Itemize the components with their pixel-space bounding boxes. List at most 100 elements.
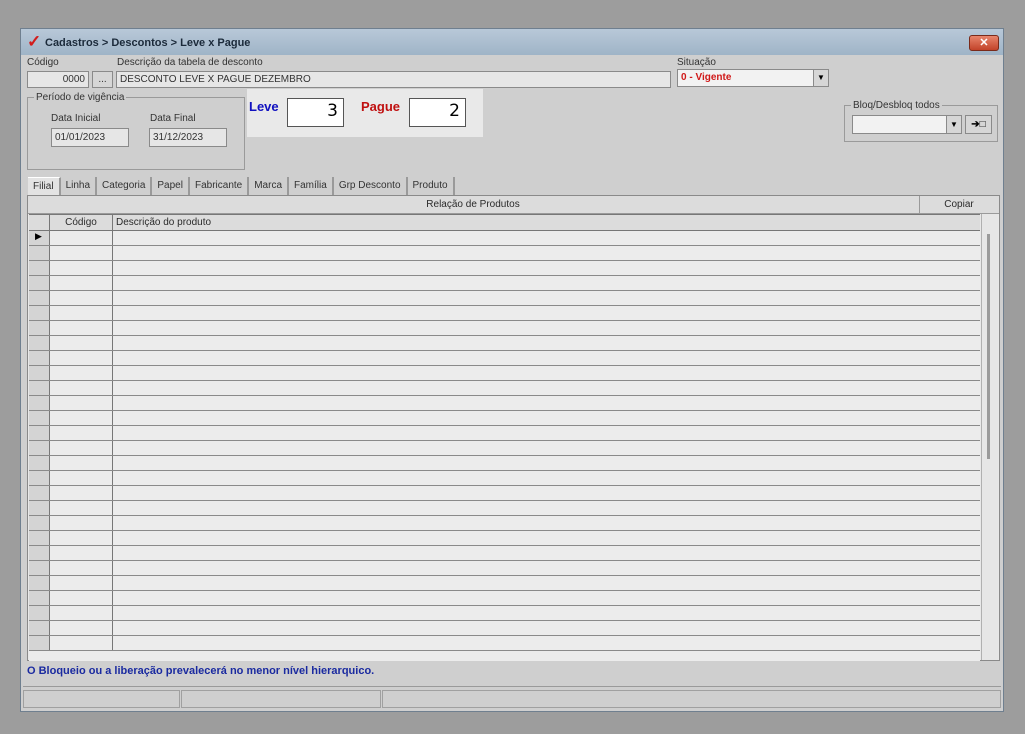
table-row[interactable] [29,501,980,516]
table-row[interactable] [29,246,980,261]
table-row[interactable] [29,411,980,426]
row-indicator[interactable] [29,381,50,395]
row-codigo-cell[interactable] [50,306,113,320]
row-codigo-cell[interactable] [50,426,113,440]
tab-fabricante[interactable]: Fabricante [190,177,250,195]
row-indicator[interactable] [29,606,50,620]
pague-field[interactable]: 2 [409,98,466,127]
row-codigo-cell[interactable] [50,246,113,260]
row-indicator[interactable] [29,561,50,575]
row-codigo-cell[interactable] [50,636,113,650]
apply-bloq-button[interactable]: ➔□ [965,115,992,134]
row-codigo-cell[interactable] [50,276,113,290]
table-row[interactable] [29,636,980,651]
close-button[interactable]: ✕ [969,35,999,51]
table-row[interactable] [29,231,980,246]
table-row[interactable] [29,396,980,411]
row-indicator[interactable] [29,231,50,245]
table-row[interactable] [29,471,980,486]
table-row[interactable] [29,621,980,636]
tab-produto[interactable]: Produto [408,177,455,195]
row-codigo-cell[interactable] [50,291,113,305]
table-row[interactable] [29,306,980,321]
codigo-lookup-button[interactable]: ... [92,71,113,88]
row-codigo-cell[interactable] [50,486,113,500]
row-codigo-cell[interactable] [50,231,113,245]
chevron-down-icon[interactable]: ▼ [946,116,961,133]
row-indicator[interactable] [29,351,50,365]
table-row[interactable] [29,606,980,621]
row-codigo-cell[interactable] [50,336,113,350]
vertical-scrollbar[interactable] [981,214,998,660]
grid-header-codigo[interactable]: Código [50,215,113,230]
row-indicator[interactable] [29,516,50,530]
row-indicator[interactable] [29,321,50,335]
row-indicator[interactable] [29,546,50,560]
chevron-down-icon[interactable]: ▼ [813,70,828,86]
table-row[interactable] [29,276,980,291]
table-row[interactable] [29,531,980,546]
row-indicator[interactable] [29,591,50,605]
row-indicator[interactable] [29,306,50,320]
row-indicator[interactable] [29,246,50,260]
row-indicator[interactable] [29,636,50,650]
row-codigo-cell[interactable] [50,621,113,635]
row-codigo-cell[interactable] [50,456,113,470]
row-codigo-cell[interactable] [50,606,113,620]
row-codigo-cell[interactable] [50,576,113,590]
row-codigo-cell[interactable] [50,396,113,410]
row-indicator[interactable] [29,501,50,515]
table-row[interactable] [29,351,980,366]
scrollbar-thumb[interactable] [987,234,990,459]
row-indicator[interactable] [29,261,50,275]
row-codigo-cell[interactable] [50,321,113,335]
row-indicator[interactable] [29,456,50,470]
row-indicator[interactable] [29,576,50,590]
row-indicator[interactable] [29,411,50,425]
row-codigo-cell[interactable] [50,591,113,605]
situacao-select[interactable]: 0 - Vigente ▼ [677,69,829,87]
leve-field[interactable]: 3 [287,98,344,127]
table-row[interactable] [29,321,980,336]
tab-grp-desconto[interactable]: Grp Desconto [334,177,408,195]
tab-filial[interactable]: Filial [28,177,61,196]
products-grid[interactable]: Código Descrição do produto [29,214,980,661]
table-row[interactable] [29,261,980,276]
row-indicator[interactable] [29,486,50,500]
table-row[interactable] [29,516,980,531]
table-row[interactable] [29,486,980,501]
bloq-desbloq-select[interactable]: ▼ [852,115,962,134]
table-row[interactable] [29,561,980,576]
tab-categoria[interactable]: Categoria [97,177,153,195]
row-codigo-cell[interactable] [50,441,113,455]
grid-header-descricao[interactable]: Descrição do produto [116,217,211,228]
row-indicator[interactable] [29,531,50,545]
row-codigo-cell[interactable] [50,501,113,515]
row-indicator[interactable] [29,366,50,380]
row-codigo-cell[interactable] [50,261,113,275]
row-indicator[interactable] [29,471,50,485]
table-row[interactable] [29,546,980,561]
table-row[interactable] [29,591,980,606]
row-indicator[interactable] [29,396,50,410]
row-codigo-cell[interactable] [50,411,113,425]
table-row[interactable] [29,456,980,471]
row-indicator[interactable] [29,291,50,305]
data-inicial-field[interactable]: 01/01/2023 [51,128,129,147]
row-indicator[interactable] [29,336,50,350]
row-codigo-cell[interactable] [50,381,113,395]
table-row[interactable] [29,381,980,396]
table-row[interactable] [29,366,980,381]
tab-linha[interactable]: Linha [61,177,98,195]
data-final-field[interactable]: 31/12/2023 [149,128,227,147]
table-row[interactable] [29,576,980,591]
table-row[interactable] [29,426,980,441]
table-row[interactable] [29,291,980,306]
row-codigo-cell[interactable] [50,546,113,560]
row-codigo-cell[interactable] [50,366,113,380]
row-codigo-cell[interactable] [50,531,113,545]
row-codigo-cell[interactable] [50,516,113,530]
tab-familia[interactable]: Família [289,177,334,195]
row-indicator[interactable] [29,426,50,440]
tab-papel[interactable]: Papel [152,177,190,195]
